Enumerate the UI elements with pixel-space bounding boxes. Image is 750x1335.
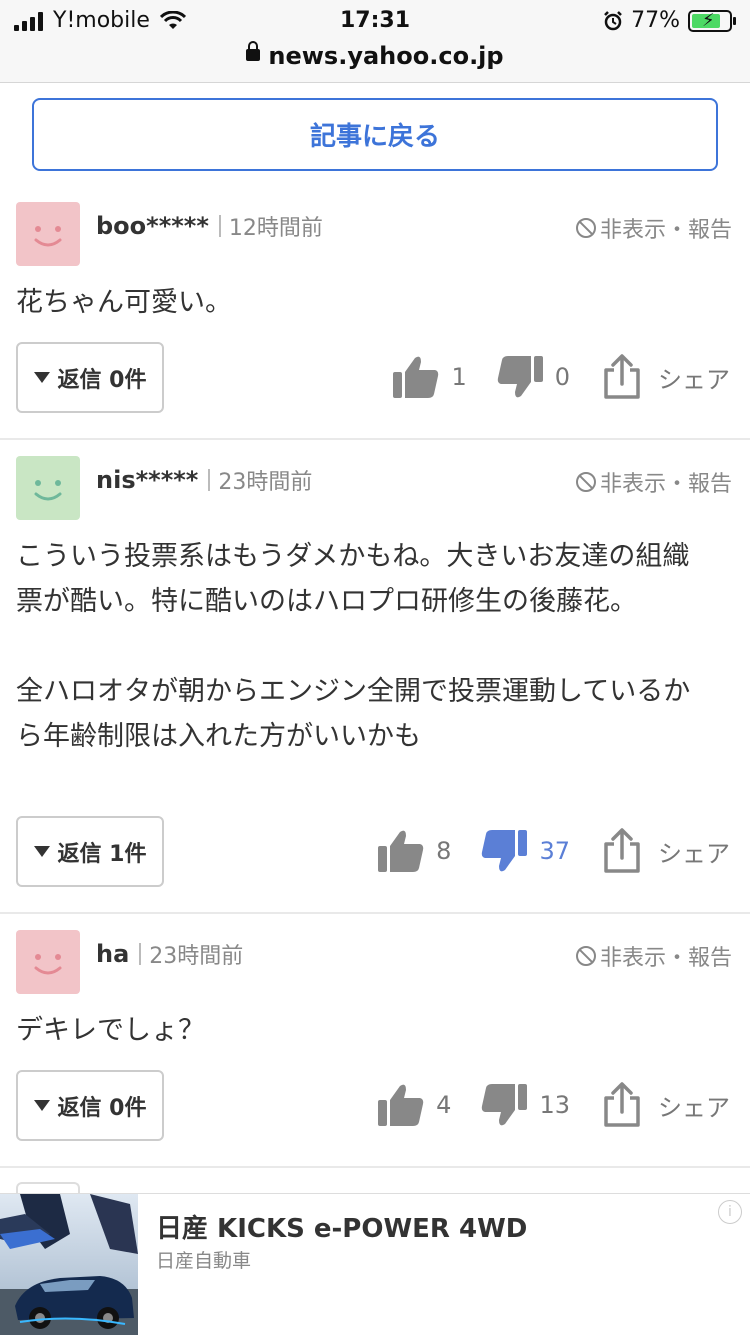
- charging-icon: ⚡: [702, 9, 715, 31]
- reply-toggle-button[interactable]: 返信 0件: [16, 1070, 164, 1141]
- username[interactable]: boo*****: [96, 212, 209, 240]
- url-text: news.yahoo.co.jp: [268, 42, 504, 70]
- comment-time: 12時間前: [228, 216, 323, 241]
- share-label: シェア: [658, 1093, 730, 1122]
- comment-header: boo***** 12時間前: [96, 210, 323, 242]
- like-button[interactable]: 1: [391, 352, 467, 402]
- hide-report-link[interactable]: 非表示・報告: [575, 212, 732, 244]
- caret-down-icon: [33, 1100, 50, 1111]
- thumbs-down-icon: [482, 1084, 528, 1126]
- comment-header: ha 23時間前: [96, 938, 243, 970]
- share-button[interactable]: シェア: [602, 828, 730, 874]
- like-button[interactable]: 4: [376, 1080, 451, 1130]
- comment-time: 23時間前: [218, 470, 313, 495]
- address-bar[interactable]: news.yahoo.co.jp: [0, 41, 750, 70]
- block-icon: [575, 472, 596, 492]
- username[interactable]: ha: [96, 940, 129, 968]
- comment-time: 23時間前: [149, 944, 244, 969]
- battery-percent: 77%: [631, 8, 680, 33]
- caret-down-icon: [33, 846, 50, 857]
- thumbs-up-icon: [378, 830, 424, 872]
- dislike-button[interactable]: 0: [495, 352, 570, 402]
- comment-text: こういう投票系はもうダメかもね。大きいお友達の組織票が酷い。特に酷いのはハロプロ…: [16, 541, 691, 752]
- share-icon: [604, 354, 640, 399]
- hide-report-label: 非表示・報告: [599, 946, 732, 971]
- like-count: 1: [451, 363, 467, 391]
- thumbs-up-icon: [393, 356, 439, 398]
- smiley-avatar-icon: [16, 202, 80, 266]
- ad-banner[interactable]: 日産 KICKS e-POWER 4WD 日産自動車 i: [0, 1193, 750, 1335]
- back-to-article-button[interactable]: 記事に戻る: [32, 98, 718, 171]
- like-count: 8: [436, 837, 452, 865]
- dislike-button[interactable]: 13: [479, 1080, 570, 1130]
- avatar[interactable]: [16, 456, 80, 520]
- comment-divider: [0, 438, 750, 440]
- like-count: 4: [436, 1091, 452, 1119]
- reply-count-label: 返信 1件: [57, 841, 147, 867]
- hide-report-link[interactable]: 非表示・報告: [575, 940, 732, 972]
- alarm-icon: [604, 10, 622, 30]
- share-icon: [604, 828, 640, 873]
- ad-sponsor: 日産自動車: [156, 1250, 252, 1272]
- smiley-avatar-icon: [16, 930, 80, 994]
- dislike-count: 0: [554, 363, 570, 391]
- ad-image[interactable]: [0, 1194, 138, 1335]
- smiley-avatar-icon: [16, 456, 80, 520]
- status-right-group: 77% ⚡: [603, 8, 736, 33]
- thumbs-up-icon: [378, 1084, 424, 1126]
- share-label: シェア: [658, 365, 730, 394]
- thumbs-down-icon: [497, 356, 543, 398]
- lock-icon: [246, 41, 261, 61]
- ad-info-icon[interactable]: i: [718, 1200, 742, 1224]
- comment-text: デキレでしょ？: [16, 1015, 205, 1046]
- hide-report-label: 非表示・報告: [599, 218, 732, 243]
- share-button[interactable]: シェア: [602, 354, 730, 400]
- comment-text: 花ちゃん可愛い。: [16, 287, 232, 318]
- status-bar: Y!mobile 17:31 77% ⚡ news.yahoo.co.jp: [0, 0, 750, 83]
- battery-icon: ⚡: [688, 9, 736, 32]
- reply-count-label: 返信 0件: [57, 1095, 147, 1121]
- share-label: シェア: [658, 839, 730, 868]
- comment-actions: 8 37 シェア: [376, 826, 730, 876]
- comment-header: nis***** 23時間前: [96, 464, 312, 496]
- share-button[interactable]: シェア: [602, 1082, 730, 1128]
- hide-report-label: 非表示・報告: [599, 472, 732, 497]
- ad-title[interactable]: 日産 KICKS e-POWER 4WD: [156, 1208, 527, 1245]
- thumbs-down-icon: [482, 830, 528, 872]
- username[interactable]: nis*****: [96, 466, 198, 494]
- avatar[interactable]: [16, 202, 80, 266]
- avatar[interactable]: [16, 930, 80, 994]
- like-button[interactable]: 8: [376, 826, 451, 876]
- reply-toggle-button[interactable]: 返信 1件: [16, 816, 164, 887]
- dislike-button[interactable]: 37: [479, 826, 570, 876]
- comment-divider: [0, 912, 750, 914]
- dislike-count: 13: [539, 1091, 570, 1119]
- block-icon: [575, 946, 596, 966]
- block-icon: [575, 218, 596, 238]
- hide-report-link[interactable]: 非表示・報告: [575, 466, 732, 498]
- caret-down-icon: [33, 372, 50, 383]
- reply-count-label: 返信 0件: [57, 367, 147, 393]
- reply-toggle-button[interactable]: 返信 0件: [16, 342, 164, 413]
- comment-divider: [0, 1166, 750, 1168]
- share-icon: [604, 1082, 640, 1127]
- comment-actions: 4 13 シェア: [376, 1080, 730, 1130]
- dislike-count: 37: [539, 837, 570, 865]
- comment-actions: 1 0 シェア: [391, 352, 730, 402]
